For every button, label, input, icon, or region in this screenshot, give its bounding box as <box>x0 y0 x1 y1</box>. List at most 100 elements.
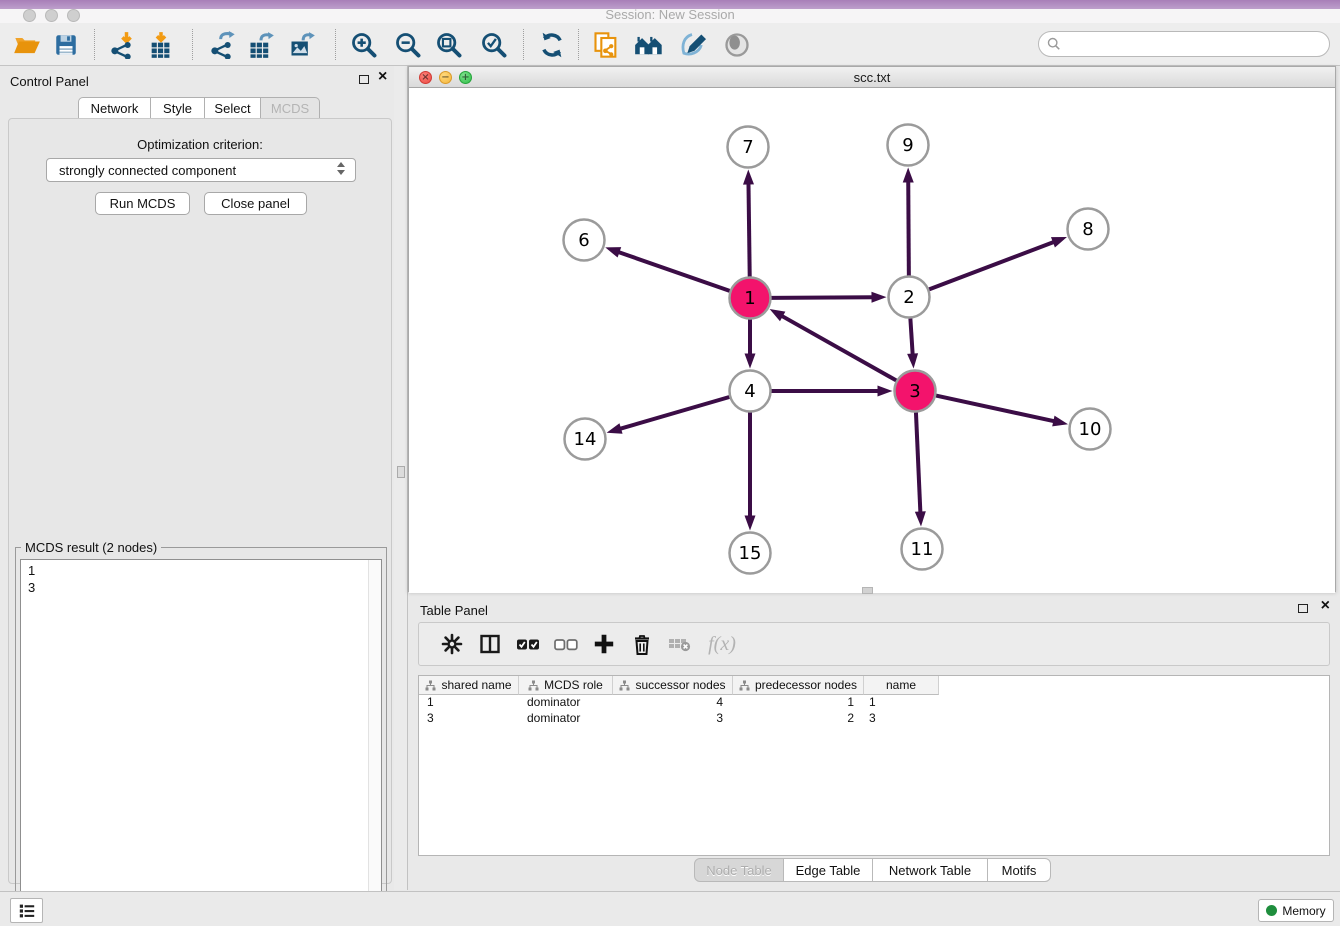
column-header-mcds-role[interactable]: MCDS role <box>519 676 613 695</box>
toolbar-separator <box>192 29 193 60</box>
edge-2-3[interactable] <box>907 318 918 368</box>
open-file-button[interactable] <box>9 27 45 63</box>
cell-name[interactable]: 1 <box>864 695 939 711</box>
node-14[interactable]: 14 <box>565 419 606 460</box>
edge-2-9[interactable] <box>903 167 914 275</box>
duplicate-network-button[interactable] <box>588 27 624 63</box>
memory-button[interactable]: Memory <box>1258 899 1334 922</box>
edge-1-2[interactable] <box>771 292 886 303</box>
cell-shared-name[interactable]: 3 <box>419 711 519 727</box>
node-8[interactable]: 8 <box>1068 209 1109 250</box>
table-row[interactable]: 1 dominator 4 1 1 <box>419 695 1329 711</box>
edge-2-8[interactable] <box>929 237 1067 289</box>
horizontal-splitter-handle[interactable] <box>862 587 873 594</box>
mcds-result-textarea[interactable]: 1 3 <box>20 559 382 917</box>
float-panel-icon[interactable] <box>1298 604 1308 613</box>
search-input[interactable] <box>1038 31 1330 57</box>
delete-row-button[interactable] <box>623 631 661 657</box>
svg-text:7: 7 <box>742 137 753 158</box>
deselect-all-rows-button[interactable] <box>547 632 585 656</box>
tab-network-table[interactable]: Network Table <box>872 858 988 882</box>
edge-1-6[interactable] <box>605 247 729 291</box>
tab-motifs[interactable]: Motifs <box>987 858 1051 882</box>
node-7[interactable]: 7 <box>728 127 769 168</box>
homes-icon <box>634 31 664 59</box>
import-network-button[interactable] <box>105 27 141 63</box>
node-6[interactable]: 6 <box>564 220 605 261</box>
tab-edge-table[interactable]: Edge Table <box>783 858 873 882</box>
tab-network[interactable]: Network <box>78 97 151 119</box>
tab-mcds[interactable]: MCDS <box>260 97 320 119</box>
cell-successor-nodes[interactable]: 3 <box>613 711 733 727</box>
add-row-button[interactable] <box>585 631 623 657</box>
close-panel-icon[interactable]: × <box>378 67 387 87</box>
zoom-selected-button[interactable] <box>476 27 512 63</box>
criterion-select[interactable]: strongly connected component <box>46 158 356 182</box>
task-history-button[interactable] <box>10 898 43 923</box>
node-3[interactable]: 3 <box>895 371 936 412</box>
edge-4-3[interactable] <box>772 386 893 397</box>
edge-3-10[interactable] <box>936 396 1068 427</box>
tab-style[interactable]: Style <box>150 97 205 119</box>
tab-select[interactable]: Select <box>204 97 261 119</box>
cell-predecessor-nodes[interactable]: 2 <box>733 711 864 727</box>
show-columns-button[interactable] <box>471 632 509 656</box>
node-11[interactable]: 11 <box>902 529 943 570</box>
run-mcds-button[interactable]: Run MCDS <box>95 192 190 215</box>
column-header-successor-nodes[interactable]: successor nodes <box>613 676 733 695</box>
result-line: 3 <box>28 579 381 596</box>
select-all-rows-button[interactable] <box>509 632 547 656</box>
function-builder-button[interactable]: f(x) <box>699 633 745 656</box>
cell-mcds-role[interactable]: dominator <box>519 711 613 727</box>
cell-mcds-role[interactable]: dominator <box>519 695 613 711</box>
duplicate-network-icon <box>592 31 620 59</box>
import-table-button[interactable] <box>143 27 179 63</box>
save-session-button[interactable] <box>48 27 84 63</box>
result-scrollbar[interactable] <box>368 560 381 916</box>
zoom-fit-button[interactable] <box>431 27 467 63</box>
apply-layout-button[interactable] <box>534 27 570 63</box>
zoom-out-button[interactable] <box>390 27 426 63</box>
tab-node-table[interactable]: Node Table <box>694 858 784 882</box>
edge-3-1[interactable] <box>770 309 897 380</box>
edge-4-15[interactable] <box>745 413 756 531</box>
float-panel-icon[interactable] <box>359 75 369 84</box>
apply-style-button[interactable] <box>674 27 710 63</box>
node-15[interactable]: 15 <box>730 533 771 574</box>
zoom-in-button[interactable] <box>346 27 382 63</box>
svg-text:1: 1 <box>744 288 755 309</box>
search-icon <box>1047 37 1061 51</box>
node-1[interactable]: 1 <box>730 278 771 319</box>
edge-1-7[interactable] <box>743 169 754 276</box>
column-header-shared-name[interactable]: shared name <box>419 676 519 695</box>
splitter-handle[interactable] <box>397 466 405 478</box>
edge-4-14[interactable] <box>607 397 730 434</box>
delete-table-button[interactable] <box>661 632 699 656</box>
export-image-button[interactable] <box>284 27 320 63</box>
export-network-button[interactable] <box>205 27 241 63</box>
column-header-predecessor-nodes[interactable]: predecessor nodes <box>733 676 864 695</box>
node-2[interactable]: 2 <box>889 277 930 318</box>
style-brush-icon <box>678 31 706 59</box>
vertical-splitter[interactable] <box>394 66 408 890</box>
cell-shared-name[interactable]: 1 <box>419 695 519 711</box>
edge-1-4[interactable] <box>745 320 756 369</box>
cell-name[interactable]: 3 <box>864 711 939 727</box>
first-neighbors-button[interactable] <box>631 27 667 63</box>
cell-predecessor-nodes[interactable]: 1 <box>733 695 864 711</box>
export-table-button[interactable] <box>243 27 279 63</box>
table-row[interactable]: 3 dominator 3 2 3 <box>419 711 1329 727</box>
export-image-icon <box>288 31 316 59</box>
node-9[interactable]: 9 <box>888 125 929 166</box>
node-4[interactable]: 4 <box>730 371 771 412</box>
network-window-titlebar[interactable]: × − + scc.txt <box>409 67 1335 88</box>
close-panel-icon[interactable]: × <box>1321 596 1330 616</box>
node-10[interactable]: 10 <box>1070 409 1111 450</box>
close-panel-button[interactable]: Close panel <box>204 192 307 215</box>
edge-3-11[interactable] <box>915 412 926 526</box>
show-hide-toggle-button[interactable] <box>719 27 755 63</box>
network-canvas[interactable]: 7 9 6 8 1 2 4 3 14 10 15 11 <box>409 88 1335 593</box>
cell-successor-nodes[interactable]: 4 <box>613 695 733 711</box>
column-header-name[interactable]: name <box>864 676 939 695</box>
table-settings-button[interactable] <box>433 632 471 656</box>
